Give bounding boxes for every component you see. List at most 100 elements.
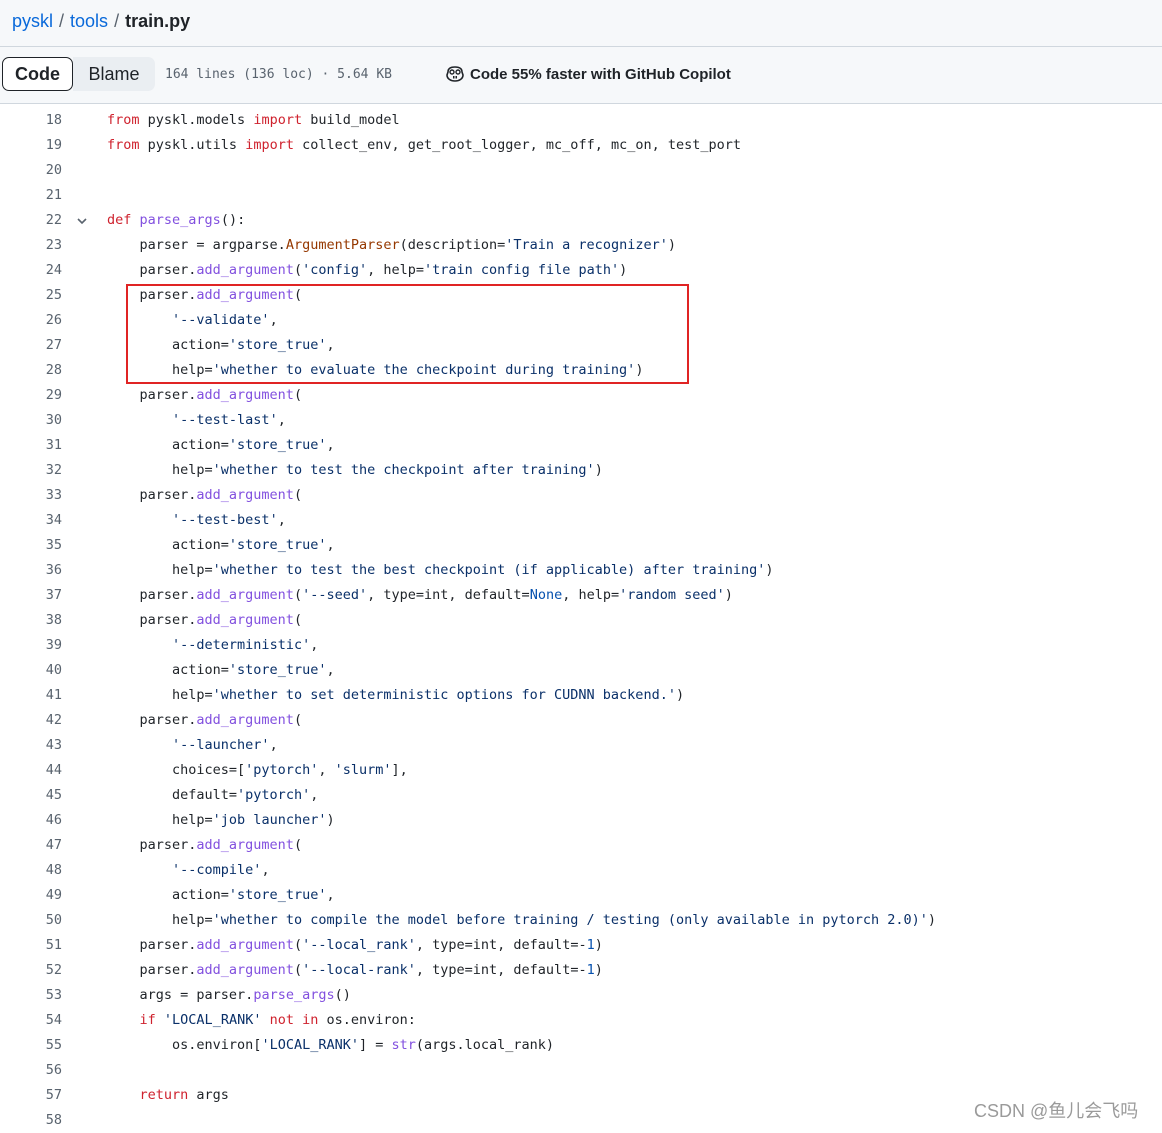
code-token: (): — [220, 212, 246, 228]
line-number[interactable]: 54 — [0, 1008, 62, 1033]
line-number[interactable]: 52 — [0, 958, 62, 983]
line-number[interactable]: 34 — [0, 508, 62, 533]
code-token: 'store_true' — [228, 887, 327, 903]
code-token: parse_args — [139, 212, 221, 228]
code-text: '--deterministic', — [107, 633, 318, 658]
line-number[interactable]: 27 — [0, 333, 62, 358]
code-line: 33 parser.add_argument( — [0, 483, 1162, 508]
line-number[interactable]: 56 — [0, 1058, 62, 1083]
breadcrumb-repo-link[interactable]: pyskl — [12, 11, 53, 31]
code-token: 'whether to evaluate the checkpoint duri… — [212, 362, 636, 378]
line-number[interactable]: 19 — [0, 133, 62, 158]
code-token: (args.local_rank) — [415, 1037, 555, 1053]
code-token: os.environ[ — [107, 1037, 262, 1053]
line-number[interactable]: 49 — [0, 883, 62, 908]
code-line: 36 help='whether to test the best checkp… — [0, 558, 1162, 583]
line-number[interactable]: 20 — [0, 158, 62, 183]
code-line: 32 help='whether to test the checkpoint … — [0, 458, 1162, 483]
code-line: 37 parser.add_argument('--seed', type=in… — [0, 583, 1162, 608]
line-number[interactable]: 50 — [0, 908, 62, 933]
line-number[interactable]: 53 — [0, 983, 62, 1008]
code-token: 'store_true' — [228, 662, 327, 678]
code-text: '--validate', — [107, 308, 278, 333]
line-number[interactable]: 46 — [0, 808, 62, 833]
line-number[interactable]: 29 — [0, 383, 62, 408]
line-number[interactable]: 39 — [0, 633, 62, 658]
code-token: () — [334, 987, 351, 1003]
line-number[interactable]: 33 — [0, 483, 62, 508]
code-line: 19 from pyskl.utils import collect_env, g… — [0, 133, 1162, 158]
code-token: ) — [675, 687, 685, 703]
code-token: ( — [293, 612, 303, 628]
breadcrumb: pyskl / tools / train.py — [12, 10, 190, 32]
line-number[interactable]: 58 — [0, 1108, 62, 1133]
chevron-down-icon[interactable] — [74, 208, 90, 233]
line-number[interactable]: 38 — [0, 608, 62, 633]
code-token: 'whether to set deterministic options fo… — [212, 687, 676, 703]
code-text: parser.add_argument('config', help='trai… — [107, 258, 628, 283]
line-number[interactable]: 24 — [0, 258, 62, 283]
code-token: return — [139, 1087, 189, 1103]
code-token: ) — [326, 812, 335, 828]
code-token: parse_args — [253, 987, 335, 1003]
code-token: parser. — [107, 612, 197, 628]
code-token: 'train config file path' — [424, 262, 620, 278]
line-number[interactable]: 21 — [0, 183, 62, 208]
code-token: import — [253, 112, 303, 128]
code-token: 'random seed' — [619, 587, 725, 603]
line-number[interactable]: 57 — [0, 1083, 62, 1108]
line-number[interactable]: 40 — [0, 658, 62, 683]
line-number[interactable]: 48 — [0, 858, 62, 883]
line-number[interactable]: 32 — [0, 458, 62, 483]
code-text: def parse_args(): — [107, 208, 245, 233]
code-token: , type=int, default=- — [415, 962, 587, 978]
line-number[interactable]: 47 — [0, 833, 62, 858]
line-number[interactable]: 18 — [0, 108, 62, 133]
code-token: , type=int, default=- — [415, 937, 587, 953]
line-number[interactable]: 41 — [0, 683, 62, 708]
line-number[interactable]: 28 — [0, 358, 62, 383]
line-number[interactable]: 25 — [0, 283, 62, 308]
line-number[interactable]: 51 — [0, 933, 62, 958]
code-line: 55 os.environ['LOCAL_RANK'] = str(args.l… — [0, 1033, 1162, 1058]
line-number[interactable]: 22 — [0, 208, 62, 233]
line-number[interactable]: 55 — [0, 1033, 62, 1058]
code-text: choices=['pytorch', 'slurm'], — [107, 758, 408, 783]
code-token: if — [139, 1012, 156, 1028]
code-line: 24 parser.add_argument('config', help='t… — [0, 258, 1162, 283]
code-token: , — [277, 512, 286, 528]
line-number[interactable]: 26 — [0, 308, 62, 333]
code-line: 39 '--deterministic', — [0, 633, 1162, 658]
code-token: not in — [269, 1012, 319, 1028]
line-number[interactable]: 23 — [0, 233, 62, 258]
line-number[interactable]: 43 — [0, 733, 62, 758]
code-line: 50 help='whether to compile the model be… — [0, 908, 1162, 933]
code-token: None — [529, 587, 563, 603]
code-line: 31 action='store_true', — [0, 433, 1162, 458]
line-number[interactable]: 37 — [0, 583, 62, 608]
code-text: action='store_true', — [107, 658, 335, 683]
code-text: from pyskl.utils import collect_env, get… — [107, 133, 741, 158]
breadcrumb-folder-link[interactable]: tools — [70, 11, 108, 31]
code-line: 51 parser.add_argument('--local_rank', t… — [0, 933, 1162, 958]
breadcrumb-separator: / — [114, 11, 120, 31]
code-token: '--deterministic' — [172, 637, 311, 653]
code-text: '--test-last', — [107, 408, 286, 433]
line-number[interactable]: 30 — [0, 408, 62, 433]
code-view-button[interactable]: Code — [2, 57, 73, 91]
line-number[interactable]: 36 — [0, 558, 62, 583]
code-token: ) — [619, 262, 628, 278]
copilot-promo-link[interactable]: Code 55% faster with GitHub Copilot — [445, 65, 731, 83]
code-token: add_argument — [196, 612, 294, 628]
line-number[interactable]: 45 — [0, 783, 62, 808]
line-number[interactable]: 42 — [0, 708, 62, 733]
line-number[interactable]: 44 — [0, 758, 62, 783]
line-number[interactable]: 31 — [0, 433, 62, 458]
line-number[interactable]: 35 — [0, 533, 62, 558]
code-token: , help= — [562, 587, 620, 603]
code-text: '--launcher', — [107, 733, 278, 758]
code-text: parser.add_argument('--local_rank', type… — [107, 933, 603, 958]
code-token: parser. — [107, 837, 197, 853]
blame-view-button[interactable]: Blame — [73, 57, 155, 91]
